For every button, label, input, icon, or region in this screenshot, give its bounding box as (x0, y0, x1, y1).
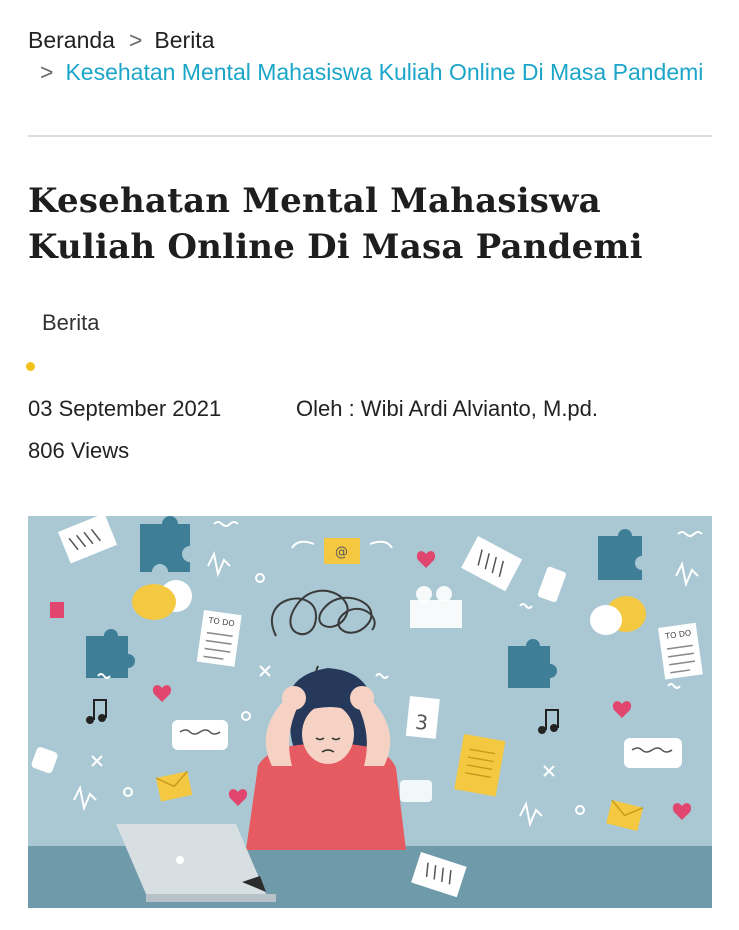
breadcrumb-current-link[interactable]: Kesehatan Mental Mahasiswa Kuliah Online… (65, 59, 703, 85)
article-author: Oleh : Wibi Ardi Alvianto, M.pd. (296, 396, 599, 421)
calendar-icon: 3 (405, 696, 440, 739)
page-title: Kesehatan Mental Mahasiswa Kuliah Online… (28, 181, 643, 267)
article-meta: 03 September 2021 Oleh : Wibi Ardi Alvia… (28, 396, 598, 422)
breadcrumb-home-link[interactable]: Beranda (28, 27, 115, 53)
breadcrumb-separator: > (128, 27, 143, 53)
breadcrumb-separator: > (40, 59, 54, 85)
article-date: 03 September 2021 (28, 396, 222, 421)
svg-text:3: 3 (414, 710, 429, 735)
thumbs-down-icon (400, 780, 432, 802)
svg-text:@: @ (335, 545, 348, 560)
breadcrumb-category-link[interactable]: Berita (154, 27, 214, 53)
divider (28, 135, 712, 137)
article-views: 806 Views (28, 438, 130, 463)
article-category[interactable]: Berita (42, 310, 99, 336)
hero-image: TO DO TO DO @ 3 (28, 516, 712, 908)
breadcrumb: Beranda > Berita > Kesehatan Mental Mahasis… (28, 24, 718, 88)
category-dot-icon (26, 362, 35, 371)
